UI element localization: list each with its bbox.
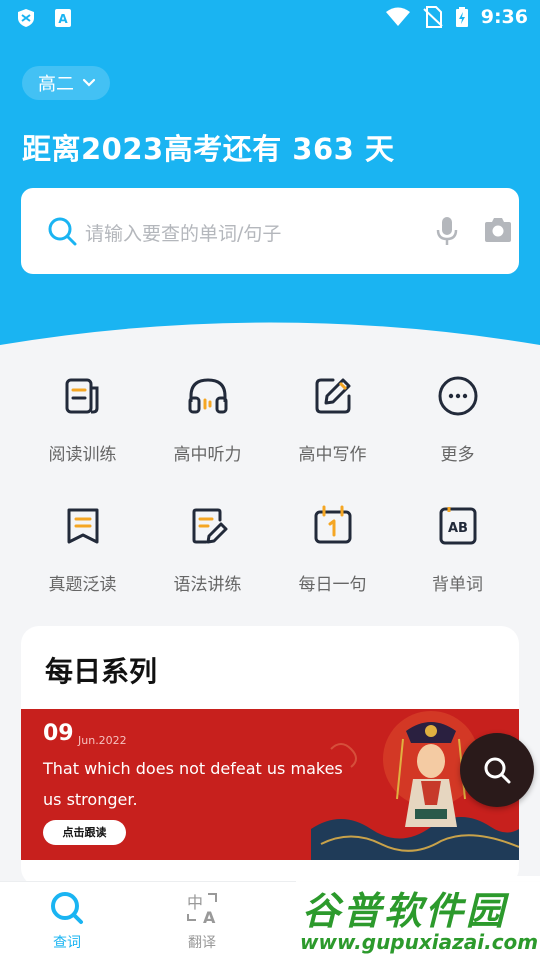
shield-icon	[18, 9, 34, 27]
watermark: 谷普软件园 www.gupuxiazai.com	[296, 876, 540, 960]
feature-vocabulary[interactable]: AB 背单词	[395, 500, 520, 610]
status-bar: A 9:36	[0, 0, 540, 36]
svg-text:A: A	[203, 908, 216, 926]
battery-icon	[455, 7, 468, 27]
tab-lookup[interactable]: 查词	[22, 890, 112, 952]
floating-search-button[interactable]	[460, 733, 534, 807]
watermark-url: www.gupuxiazai.com	[300, 930, 539, 954]
grade-label: 高二	[38, 74, 74, 95]
daily-series-card: 每日系列 09 Jun.2022 That which does not def…	[21, 626, 519, 886]
camera-icon[interactable]	[483, 216, 513, 244]
svg-text:A: A	[58, 12, 68, 26]
feature-label: 每日一句	[298, 575, 367, 595]
feature-past-papers[interactable]: 真题泛读	[20, 500, 145, 610]
feature-reading[interactable]: 阅读训练	[20, 370, 145, 480]
feature-more[interactable]: 更多	[395, 370, 520, 480]
search-icon	[51, 892, 83, 924]
clock: 9:36	[480, 6, 528, 28]
card-title: 每日系列	[45, 655, 158, 688]
no-sim-icon	[423, 6, 443, 28]
tab-label: 翻译	[188, 935, 216, 951]
watermark-title: 谷普软件园	[302, 889, 508, 933]
word-card-icon: AB	[439, 507, 477, 545]
exam-countdown: 距离2023高考还有 363 天	[22, 132, 395, 166]
feature-daily-sentence[interactable]: 每日一句	[270, 500, 395, 610]
tab-translate[interactable]: 中A 翻译	[157, 890, 247, 952]
banner-day: 09	[43, 721, 74, 746]
more-icon	[438, 376, 478, 416]
chevron-down-icon	[82, 78, 96, 87]
microphone-icon[interactable]	[435, 216, 459, 246]
grade-selector[interactable]: 高二	[22, 66, 110, 100]
tab-label: 查词	[53, 935, 81, 951]
search-icon	[48, 217, 77, 246]
banner-month: Jun.2022	[78, 734, 127, 747]
feature-label: 背单词	[432, 575, 483, 595]
feature-label: 真题泛读	[48, 575, 117, 595]
read-along-button[interactable]: 点击跟读	[43, 820, 126, 845]
wifi-icon	[385, 7, 410, 26]
feature-label: 阅读训练	[48, 445, 117, 465]
feature-writing[interactable]: 高中写作	[270, 370, 395, 480]
app-a-icon: A	[55, 9, 71, 27]
translate-icon: 中A	[187, 893, 217, 927]
calendar-icon	[314, 505, 352, 544]
grammar-icon	[192, 508, 228, 544]
feature-label: 更多	[440, 445, 475, 465]
headphones-icon	[188, 378, 228, 414]
search-icon	[484, 757, 511, 784]
feature-grammar[interactable]: 语法讲练	[145, 500, 270, 610]
daily-sentence-banner[interactable]: 09 Jun.2022 That which does not defeat u…	[21, 709, 519, 860]
feature-label: 高中写作	[298, 445, 367, 465]
feature-label: 语法讲练	[173, 575, 242, 595]
writing-icon	[315, 378, 351, 414]
feature-label: 高中听力	[173, 445, 242, 465]
bookmark-icon	[67, 508, 99, 544]
search-placeholder: 请输入要查的单词/句子	[85, 223, 282, 245]
header-curve	[0, 300, 540, 370]
reading-icon	[65, 378, 99, 414]
search-box[interactable]: 请输入要查的单词/句子	[21, 188, 519, 274]
svg-text:AB: AB	[448, 521, 468, 536]
feature-listening[interactable]: 高中听力	[145, 370, 270, 480]
svg-text:中: 中	[187, 893, 203, 912]
